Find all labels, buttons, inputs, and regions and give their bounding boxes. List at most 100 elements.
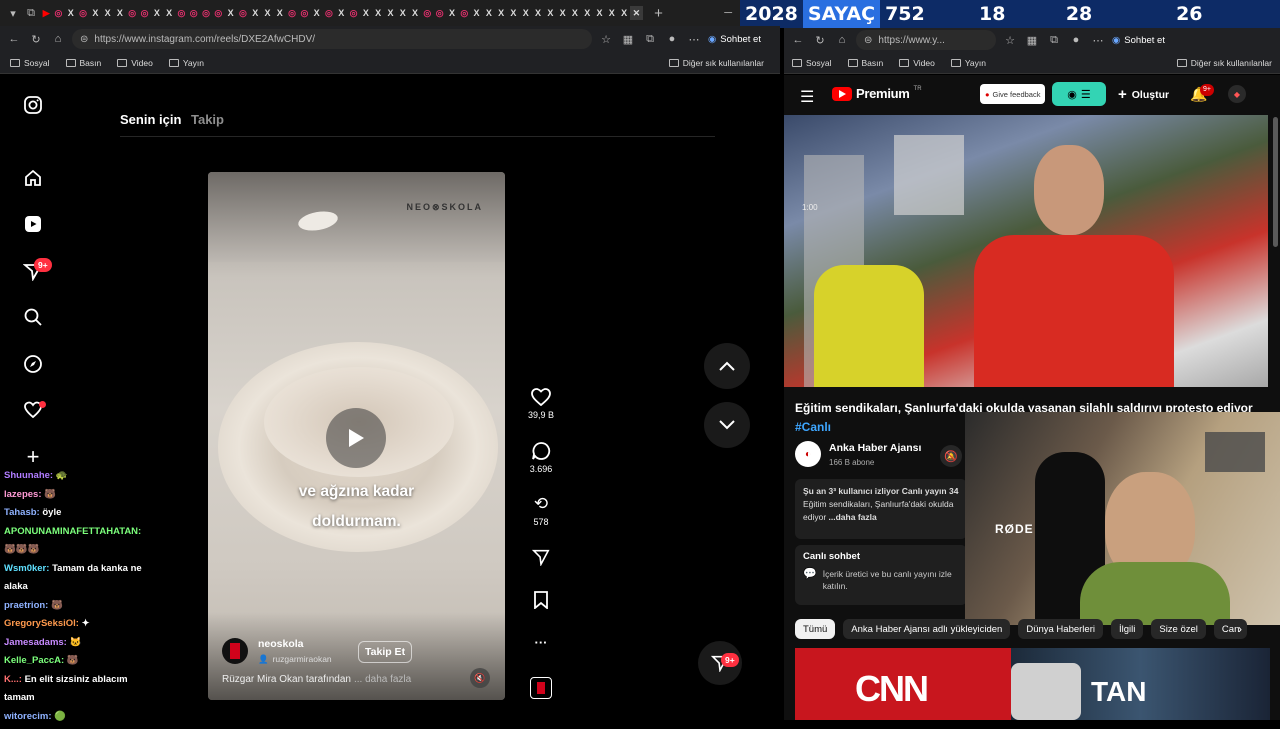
menu-icon[interactable]: ⋯ [686, 31, 702, 47]
filter-chip[interactable]: Dünya Haberleri [1018, 619, 1103, 639]
x-tab-icon[interactable]: X [606, 6, 618, 20]
minimize-icon[interactable]: ─ [724, 7, 732, 19]
extension-icon[interactable]: ▦ [620, 31, 636, 47]
x-tab-icon[interactable]: X [507, 6, 519, 20]
x-tab-icon[interactable]: X [520, 6, 532, 20]
bookmark-folder[interactable]: Video [117, 58, 153, 68]
address-bar[interactable]: ⊜ https://www.instagram.com/reels/DXE2Af… [72, 29, 592, 49]
chevron-right-icon[interactable]: › [1232, 621, 1248, 637]
instagram-tab-icon[interactable]: ◎ [323, 6, 335, 20]
copilot-chat-button[interactable]: ◉ Sohbet et [1112, 35, 1165, 46]
collections-icon[interactable]: ⧉ [642, 31, 658, 47]
save-bookmark-icon[interactable] [530, 590, 552, 610]
tab-actions-icon[interactable]: ▾ [4, 5, 22, 21]
x-tab-icon[interactable]: X [163, 6, 175, 20]
close-tab-icon[interactable]: ✕ [630, 6, 643, 20]
give-feedback-button[interactable]: ● Give feedback [980, 84, 1046, 104]
reel-video[interactable]: NEO⊗SKOLA ve ağzına kadar doldurmam. neo… [208, 172, 505, 700]
next-reel-button[interactable] [704, 402, 750, 448]
x-tab-icon[interactable]: X [397, 6, 409, 20]
other-bookmarks-folder[interactable]: Diğer sık kullanılanlar [668, 58, 764, 68]
instagram-tab-icon[interactable]: ◎ [458, 6, 470, 20]
extension-toggle[interactable]: ◉ ☰ [1052, 82, 1106, 106]
channel-name[interactable]: Anka Haber Ajansı [829, 442, 921, 454]
instagram-tab-icon[interactable]: ◎ [77, 6, 89, 20]
like-icon[interactable] [530, 387, 552, 407]
filter-chip[interactable]: Size özel [1151, 619, 1206, 639]
home-icon[interactable]: ⌂ [50, 31, 66, 47]
x-tab-icon[interactable]: X [372, 6, 384, 20]
x-tab-icon[interactable]: X [249, 6, 261, 20]
home-icon[interactable] [22, 167, 44, 189]
reels-icon[interactable] [22, 213, 44, 235]
x-tab-icon[interactable]: X [384, 6, 396, 20]
repost-icon[interactable]: ⟲ [530, 494, 552, 514]
bell-off-icon[interactable]: 🔕 [940, 445, 962, 467]
favorite-icon[interactable]: ☆ [598, 31, 614, 47]
bookmark-folder[interactable]: Sosyal [10, 58, 50, 68]
share-icon[interactable] [530, 547, 552, 567]
instagram-tab-icon[interactable]: ◎ [175, 6, 187, 20]
x-tab-icon[interactable]: X [151, 6, 163, 20]
profile-avatar-icon[interactable]: ● [664, 31, 680, 47]
previous-reel-button[interactable] [704, 343, 750, 389]
instagram-tab-icon[interactable]: ◎ [421, 6, 433, 20]
extension-icon[interactable]: ▦ [1024, 32, 1040, 48]
instagram-logo-icon[interactable] [22, 94, 44, 116]
x-tab-icon[interactable]: X [483, 6, 495, 20]
x-tab-icon[interactable]: X [335, 6, 347, 20]
instagram-tab-icon[interactable]: ◎ [434, 6, 446, 20]
x-tab-icon[interactable]: X [556, 6, 568, 20]
youtube-tab-icon[interactable]: ▶ [40, 6, 52, 20]
instagram-tab-icon[interactable]: ◎ [138, 6, 150, 20]
create-button[interactable]: + Oluştur [1118, 86, 1169, 103]
back-icon[interactable]: ← [790, 32, 806, 48]
x-tab-icon[interactable]: X [581, 6, 593, 20]
filter-chip[interactable]: Anka Haber Ajansı adlı yükleyiciden [843, 619, 1011, 639]
account-name[interactable]: neoskola [258, 638, 304, 650]
x-tab-icon[interactable]: X [360, 6, 372, 20]
instagram-tab-icon[interactable]: ◎ [52, 6, 64, 20]
favorite-icon[interactable]: ☆ [1002, 32, 1018, 48]
reload-icon[interactable]: ↻ [812, 32, 828, 48]
x-tab-icon[interactable]: X [495, 6, 507, 20]
bookmark-folder[interactable]: Video [899, 58, 935, 68]
scrollbar-thumb[interactable] [1272, 117, 1278, 247]
instagram-tab-icon[interactable]: ◎ [347, 6, 359, 20]
hamburger-menu-icon[interactable]: ☰ [800, 87, 814, 107]
x-tab-icon[interactable]: X [569, 6, 581, 20]
related-video-thumbnail-2[interactable]: TAN [1011, 648, 1270, 720]
x-tab-icon[interactable]: X [618, 6, 630, 20]
instagram-tab-icon[interactable]: ◎ [126, 6, 138, 20]
x-tab-icon[interactable]: X [101, 6, 113, 20]
workspaces-icon[interactable]: ⧉ [22, 5, 40, 21]
x-tab-icon[interactable]: X [224, 6, 236, 20]
x-tab-icon[interactable]: X [446, 6, 458, 20]
address-bar[interactable]: ⊜ https://www.y... [856, 30, 996, 50]
x-tab-icon[interactable]: X [409, 6, 421, 20]
profile-avatar-icon[interactable]: ● [1068, 32, 1084, 48]
bookmark-folder[interactable]: Sosyal [792, 58, 832, 68]
home-icon[interactable]: ⌂ [834, 32, 850, 48]
x-tab-icon[interactable]: X [114, 6, 126, 20]
account-avatar[interactable]: ◆ [1228, 85, 1246, 103]
bookmark-folder[interactable]: Yayın [950, 58, 986, 68]
x-tab-icon[interactable]: X [274, 6, 286, 20]
bookmark-folder[interactable]: Basın [65, 58, 101, 68]
other-bookmarks-folder[interactable]: Diğer sık kullanılanlar [1176, 58, 1272, 68]
audio-source[interactable]: 👤 ruzgarmiraokan [258, 654, 332, 665]
follow-button[interactable]: Takip Et [358, 641, 413, 663]
more-options-icon[interactable]: ··· [520, 635, 562, 650]
explore-icon[interactable] [22, 353, 44, 375]
back-icon[interactable]: ← [6, 31, 22, 47]
bookmark-folder[interactable]: Yayın [168, 58, 204, 68]
comment-icon[interactable] [530, 441, 552, 461]
hashtag-link[interactable]: #Canlı [795, 420, 831, 434]
audio-thumbnail[interactable] [530, 677, 552, 699]
x-tab-icon[interactable]: X [311, 6, 323, 20]
tab-for-you[interactable]: Senin için [120, 112, 181, 127]
x-tab-icon[interactable]: X [544, 6, 556, 20]
instagram-tab-icon[interactable]: ◎ [212, 6, 224, 20]
collections-icon[interactable]: ⧉ [1046, 32, 1062, 48]
reload-icon[interactable]: ↻ [28, 31, 44, 47]
